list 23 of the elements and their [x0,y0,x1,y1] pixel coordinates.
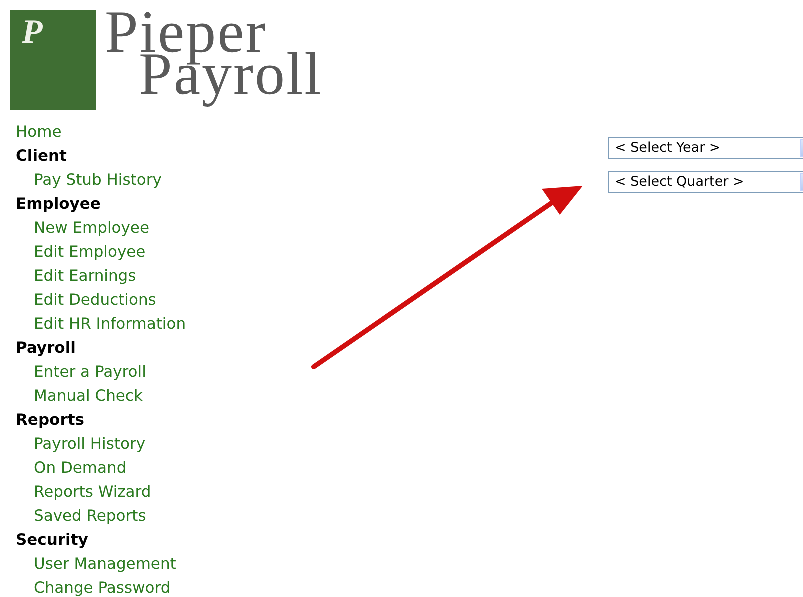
nav-link[interactable]: Edit Deductions [16,288,300,312]
nav-heading: Client [16,146,68,167]
nav-link[interactable]: Reports Wizard [16,480,300,504]
nav-link[interactable]: Manual Check [16,384,300,408]
nav-link[interactable]: Edit HR Information [16,312,300,336]
nav-heading: Reports [16,410,86,431]
nav-link[interactable]: Change Password [16,576,300,597]
nav-link[interactable]: User Management [16,552,300,576]
nav-link[interactable]: New Employee [16,216,300,240]
dropdown[interactable]: < Select Year > [608,137,803,159]
dropdown[interactable]: < Select Quarter > [608,171,803,193]
nav-link[interactable]: On Demand [16,456,300,480]
nav-heading: Employee [16,194,102,215]
nav-link[interactable]: Edit Employee [16,240,300,264]
logo-letter: P [22,16,43,50]
nav-link[interactable]: Saved Reports [16,504,300,528]
nav-link[interactable]: Enter a Payroll [16,360,300,384]
nav-link[interactable]: Home [16,120,300,144]
nav-heading: Payroll [16,338,77,359]
nav-link[interactable]: Edit Earnings [16,264,300,288]
nav-link[interactable]: Pay Stub History [16,168,300,192]
nav-heading: Security [16,530,90,551]
nav-link[interactable]: Payroll History [16,432,300,456]
